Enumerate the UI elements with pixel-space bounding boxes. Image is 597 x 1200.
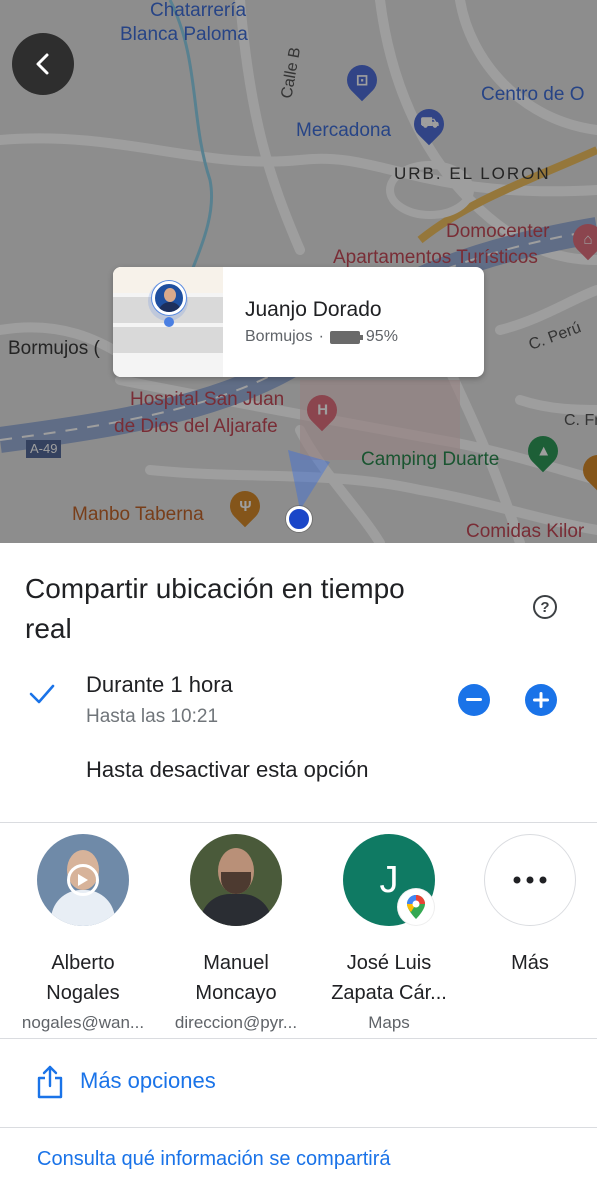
share-icon <box>37 1065 63 1099</box>
decrease-duration-button[interactable] <box>458 684 490 716</box>
option-one-hour-label: Durante 1 hora <box>86 672 233 697</box>
minus-icon <box>466 698 482 701</box>
card-person-name: Juanjo Dorado <box>245 298 382 321</box>
person-info-card[interactable]: Juanjo Dorado Bormujos · 95% <box>113 267 484 377</box>
contact-subtitle: nogales@wan... <box>21 1013 145 1032</box>
card-separator: · <box>318 328 324 345</box>
card-avatar <box>152 281 186 315</box>
plus-icon <box>533 692 549 708</box>
contact-name: José Luis <box>346 952 432 974</box>
battery-icon <box>329 330 363 344</box>
my-location-dot <box>286 506 312 532</box>
map-view[interactable]: Chatarrería Blanca Paloma Calle B ⊡ Cent… <box>0 0 597 543</box>
back-button[interactable] <box>12 33 74 95</box>
avatar <box>190 834 282 926</box>
contact-name: Moncayo <box>195 982 277 1004</box>
google-maps-icon <box>398 889 434 925</box>
sheet-title: Compartir ubicación en tiempo real <box>25 573 405 644</box>
contact-manuel-moncayo[interactable]: Manuel Moncayo direccion@pyr... <box>166 834 306 1033</box>
card-battery-level: 95% <box>365 328 398 345</box>
increase-duration-button[interactable] <box>525 684 557 716</box>
card-place: Bormujos <box>245 328 313 345</box>
check-icon <box>29 684 55 704</box>
avatar: J <box>343 834 435 926</box>
contact-name: Nogales <box>46 982 120 1004</box>
play-icon <box>67 864 99 896</box>
back-icon <box>36 53 49 75</box>
more-horiz-icon <box>484 834 576 926</box>
contact-subtitle: direccion@pyr... <box>174 1013 298 1032</box>
contact-alberto-nogales[interactable]: Alberto Nogales nogales@wan... <box>13 834 153 1033</box>
option-one-hour-until: Hasta las 10:21 <box>86 706 219 727</box>
shared-info-link[interactable]: Consulta qué información se compartirá <box>37 1148 391 1171</box>
contact-name: Manuel <box>203 952 269 974</box>
card-mini-map <box>113 267 223 377</box>
more-options-button[interactable]: Más opciones <box>0 1039 597 1127</box>
help-icon[interactable]: ? <box>533 595 557 619</box>
contact-jose-luis-zapata[interactable]: J José Luis Zapata Cár... Maps <box>319 834 459 1033</box>
contact-name: Alberto <box>51 952 115 974</box>
more-contacts-button[interactable]: Más <box>460 834 597 978</box>
more-options-label: Más opciones <box>80 1068 216 1093</box>
share-location-sheet: Compartir ubicación en tiempo real ? Dur… <box>0 543 597 1200</box>
divider <box>0 822 597 823</box>
avatar <box>37 834 129 926</box>
option-until-turned-off[interactable]: Hasta desactivar esta opción <box>86 757 369 783</box>
contact-name: Zapata Cár... <box>331 982 447 1004</box>
contact-subtitle: Maps <box>368 1013 410 1032</box>
more-contacts-label: Más <box>511 952 549 974</box>
option-one-hour[interactable]: Durante 1 hora Hasta las 10:21 <box>0 663 597 733</box>
divider <box>0 1127 597 1128</box>
card-location-dot <box>164 317 174 327</box>
